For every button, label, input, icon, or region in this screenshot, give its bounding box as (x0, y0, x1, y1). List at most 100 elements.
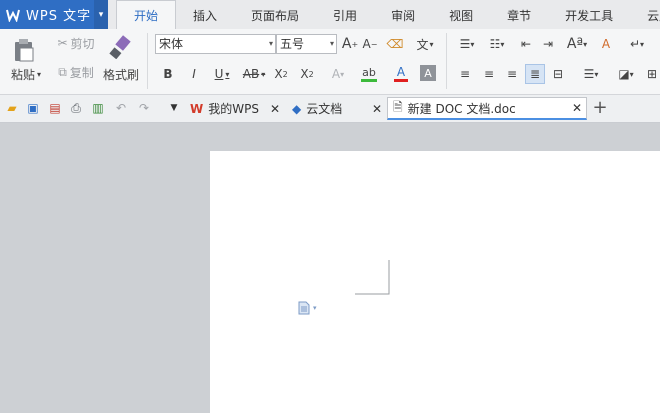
format-painter-label: 格式刷 (102, 67, 139, 82)
font-name-select[interactable]: 宋体 ▾ (155, 34, 276, 54)
clipboard-icon[interactable] (8, 35, 40, 65)
bullets-button[interactable]: ☰ ▾ (454, 35, 480, 53)
print-icon[interactable]: ⎙ (68, 100, 84, 116)
margin-corner-mark (355, 260, 390, 295)
subscript-button[interactable]: X2 (298, 65, 316, 83)
pinyin-button[interactable]: 文 ▾ (412, 35, 438, 53)
tab-section[interactable]: 章节 (490, 0, 548, 29)
new-tab-plus-icon[interactable]: + (592, 97, 608, 118)
tab-references[interactable]: 引用 (316, 0, 374, 29)
menu-bar: WPS 文字 ▾ 开始 插入 页面布局 引用 审阅 视图 章节 开发工具 云服 (0, 0, 660, 30)
borders-icon[interactable]: ⊞ (644, 65, 660, 83)
close-icon[interactable]: ✕ (572, 101, 582, 115)
font-size-value: 五号 (280, 37, 305, 51)
save-icon[interactable]: ▣ (25, 100, 41, 116)
group-divider (446, 33, 447, 89)
superscript-icon: X (274, 67, 283, 81)
character-shading-button[interactable]: A (420, 65, 436, 81)
close-icon[interactable]: ✕ (372, 102, 382, 116)
export-pdf-icon[interactable]: ▤ (47, 100, 63, 116)
doc-tab-label: 我的WPS (208, 102, 259, 116)
superscript-button[interactable]: X2 (272, 65, 290, 83)
align-right-icon[interactable]: ≡ (504, 65, 520, 83)
line-spacing-button[interactable]: ☰ ▾ (577, 65, 605, 83)
character-shading-icon: A (424, 66, 432, 80)
document-icon: 🗎 (393, 99, 403, 114)
shrink-font-button[interactable]: A − (361, 35, 379, 53)
cut-label: 剪切 (70, 36, 95, 51)
print-preview-icon[interactable]: ▥ (90, 100, 106, 116)
font-name-value: 宋体 (159, 37, 184, 51)
tab-cloud[interactable]: 云服 (630, 0, 660, 29)
font-color-bar (394, 79, 408, 82)
paragraph-mark-button[interactable]: ↵ ▾ (624, 35, 650, 53)
distributed-align-icon[interactable]: ⊟ (549, 65, 567, 83)
change-case-icon: Aª (566, 36, 584, 52)
chevron-down-icon: ▾ (268, 39, 273, 48)
undo-icon[interactable]: ↶ (113, 100, 129, 116)
sort-icon: A (601, 37, 611, 51)
highlight-button[interactable]: ab (355, 63, 383, 85)
underline-button[interactable]: U ▾ (208, 65, 236, 83)
format-painter-button[interactable]: 格式刷 (100, 65, 142, 83)
wps-app-menu-button[interactable]: WPS 文字 ▾ (0, 0, 108, 29)
increase-indent-icon[interactable]: ⇥ (539, 35, 557, 53)
italic-button[interactable]: I (186, 65, 202, 83)
font-color-button[interactable]: A (387, 63, 415, 85)
numbered-list-icon: ☷ (489, 37, 501, 51)
text-effect-icon: A (331, 67, 341, 81)
close-icon[interactable]: ✕ (270, 102, 280, 116)
wps-logo-icon (6, 9, 20, 22)
ribbon-tabs: 开始 插入 页面布局 引用 审阅 视图 章节 开发工具 云服 (116, 0, 660, 29)
doc-tab-cloud-docs[interactable]: ◆ 云文档 ✕ (286, 97, 386, 120)
cut-button[interactable]: ✂ 剪切 (52, 34, 100, 52)
align-center-icon[interactable]: ≡ (481, 65, 497, 83)
change-case-button[interactable]: Aª ▾ (563, 35, 591, 53)
strikethrough-icon: AB (242, 67, 260, 81)
paste-button[interactable]: 粘贴 ▾ (6, 65, 46, 83)
redo-icon[interactable]: ↷ (136, 100, 152, 116)
chevron-down-icon[interactable]: ▾ (94, 0, 108, 29)
doc-tab-label: 云文档 (306, 102, 343, 116)
line-spacing-icon: ☰ (583, 67, 595, 81)
bold-icon: B (163, 67, 173, 81)
justify-icon[interactable]: ≣ (525, 64, 545, 84)
doc-tab-label: 新建 DOC 文档.doc (407, 101, 516, 116)
grow-font-icon: A (341, 36, 352, 52)
grow-font-button[interactable]: A + (341, 35, 359, 53)
paragraph-shading-button[interactable]: ◪ ▾ (612, 65, 640, 83)
open-folder-icon[interactable]: ▰ (4, 100, 20, 116)
paste-options-icon[interactable]: ▾ (298, 301, 317, 315)
highlight-color-bar (361, 78, 377, 82)
document-page[interactable]: ▾ (210, 151, 660, 413)
tab-home[interactable]: 开始 (116, 0, 177, 29)
numbering-button[interactable]: ☷ ▾ (484, 35, 510, 53)
return-arrow-icon: ↵ (629, 37, 641, 51)
paintbrush-icon[interactable] (106, 33, 134, 61)
bold-button[interactable]: B (160, 65, 176, 83)
tab-review[interactable]: 审阅 (374, 0, 432, 29)
doc-tab-my-wps[interactable]: W 我的WPS ✕ (186, 97, 284, 120)
tab-view[interactable]: 视图 (432, 0, 490, 29)
subscript-icon: X (300, 67, 309, 81)
tab-insert[interactable]: 插入 (176, 0, 234, 29)
text-effect-button[interactable]: A ▾ (326, 65, 350, 83)
sort-button[interactable]: A (597, 35, 615, 53)
highlighter-icon: ab (362, 65, 376, 79)
font-color-icon: A (396, 65, 406, 79)
tab-page-layout[interactable]: 页面布局 (234, 0, 316, 29)
font-size-select[interactable]: 五号 ▾ (276, 34, 337, 54)
chevron-down-icon[interactable]: ▼ (166, 100, 182, 116)
decrease-indent-icon[interactable]: ⇤ (517, 35, 535, 53)
copy-button[interactable]: ⧉ 复制 (52, 63, 100, 81)
doc-tab-new-doc[interactable]: 🗎 新建 DOC 文档.doc ✕ (387, 97, 587, 120)
strikethrough-button[interactable]: AB ▾ (238, 65, 270, 83)
align-left-icon[interactable]: ≡ (457, 65, 473, 83)
clear-format-icon[interactable]: ⌫ (386, 35, 404, 53)
scissors-icon: ✂ (57, 36, 68, 50)
tab-developer[interactable]: 开发工具 (548, 0, 630, 29)
cloud-cube-icon: ◆ (292, 101, 302, 116)
paste-label: 粘贴 (10, 67, 35, 82)
chevron-down-icon: ▾ (37, 69, 42, 79)
shrink-font-icon: A (362, 37, 371, 51)
